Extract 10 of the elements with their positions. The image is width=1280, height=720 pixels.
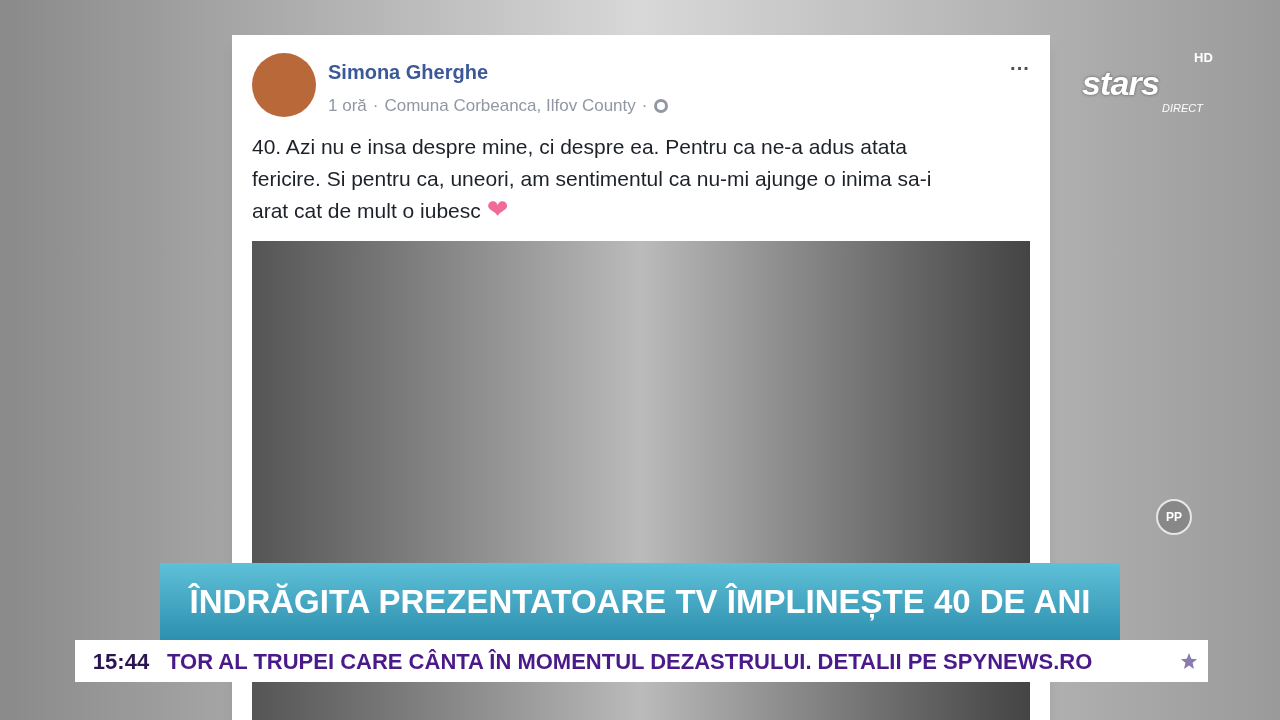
ticker-text: TOR AL TRUPEI CARE CÂNTA ÎN MOMENTUL DEZASTRULUI. DETALII PE SPYNEWS.RO bbox=[167, 647, 1093, 676]
separator: · bbox=[372, 95, 379, 117]
pp-badge: PP bbox=[1156, 499, 1192, 535]
headline-banner: ÎNDRĂGITA PREZENTATOARE TV ÎMPLINEȘTE 40 DE ANI bbox=[160, 563, 1120, 641]
post-text: 40. Azi nu e insa despre mine, ci despre ea. Pentru ca ne-a adus atata fericire. Si pentru ca, uneori, am sentimentul ca nu-mi ajunge o inima sa-i arat cat de mult o iubesc ❤ bbox=[252, 134, 932, 222]
channel-logo: stars HD DIRECT bbox=[1082, 49, 1212, 116]
author-name[interactable]: Simona Gherghe bbox=[328, 57, 998, 87]
separator: · bbox=[641, 95, 648, 117]
clock: 15:44 bbox=[91, 647, 151, 676]
more-options-button[interactable]: ··· bbox=[1010, 53, 1030, 83]
